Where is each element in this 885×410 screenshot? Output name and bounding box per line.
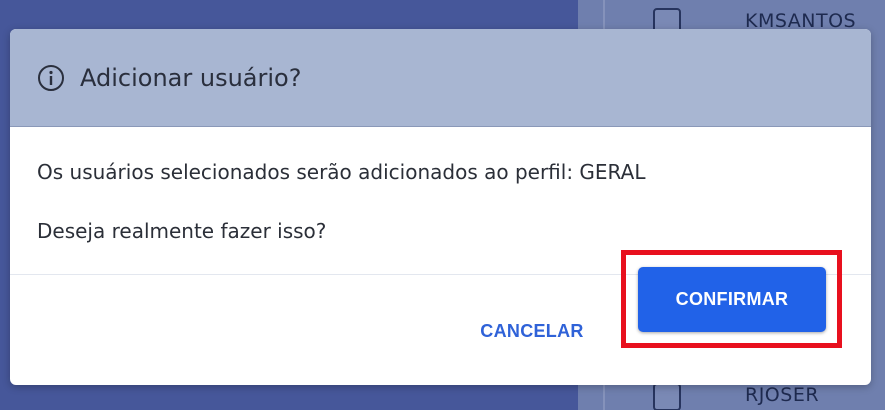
dialog-title: Adicionar usuário? <box>80 63 302 92</box>
info-icon <box>36 63 66 93</box>
cancel-button[interactable]: CANCELAR <box>452 311 612 351</box>
dialog-header: Adicionar usuário? <box>10 29 871 127</box>
screen: KMSANTOS RJOSER Adicionar usuário? Os us… <box>0 0 885 410</box>
highlight-box <box>621 250 842 348</box>
dialog-message: Os usuários selecionados serão adicionad… <box>37 160 646 184</box>
dialog-question: Deseja realmente fazer isso? <box>37 219 327 243</box>
user-name: RJOSER <box>745 384 820 406</box>
user-checkbox[interactable] <box>653 383 681 410</box>
